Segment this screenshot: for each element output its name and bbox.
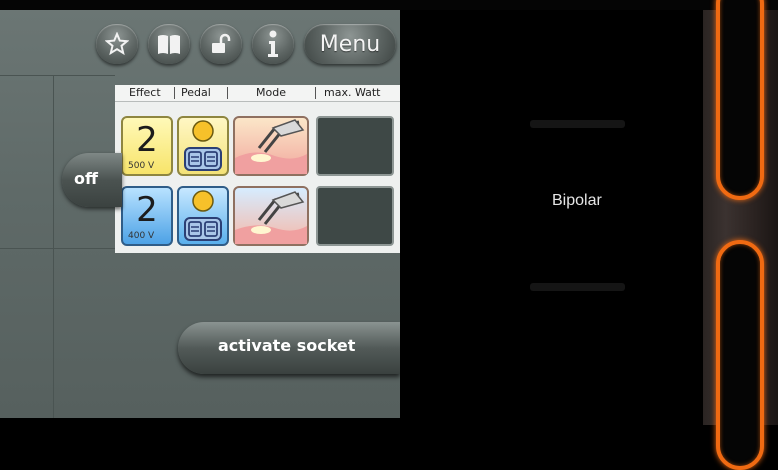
activate-socket-button[interactable]: activate socket [178,322,400,374]
pedal-cell[interactable] [177,186,229,246]
bipolar-coag-icon [235,119,307,174]
table-header: Effect Pedal Mode max. Watt [115,85,400,102]
unlock-icon [212,33,231,53]
settings-table: Effect Pedal Mode max. Watt 2 500 V 2 40… [115,85,400,253]
header-separator [174,87,175,99]
header-pedal: Pedal [181,86,211,99]
max-watt-cell[interactable] [316,116,394,176]
info-button[interactable] [252,24,294,64]
header-separator [227,87,228,99]
inactive-label-placeholder [530,120,625,128]
grid-line [0,75,115,76]
pedal-cell[interactable] [177,116,229,176]
favorites-button[interactable] [96,24,138,64]
off-label: off [74,169,98,188]
footswitch-icon [184,120,222,171]
effect-value: 2 [136,120,158,160]
effect-value: 2 [136,190,158,230]
voltage-value: 400 V [128,231,155,241]
mode-cell[interactable] [233,116,309,176]
menu-button[interactable]: Menu [304,24,396,64]
header-max-watt: max. Watt [324,86,381,99]
header-mode: Mode [256,86,286,99]
bipolar-coag-icon [235,191,307,244]
socket-ring-bottom [716,240,764,470]
socket-ring-top [716,0,764,200]
max-watt-cell[interactable] [316,186,394,246]
menu-label: Menu [319,31,381,57]
activate-socket-label: activate socket [218,336,356,355]
effect-cell[interactable]: 2 400 V [121,186,173,246]
lock-button[interactable] [200,24,242,64]
inactive-label-placeholder [530,283,625,291]
control-screen: Menu Effect Pedal Mode max. Watt 2 500 V [0,10,400,418]
effect-cell[interactable]: 2 500 V [121,116,173,176]
socket-label: Bipolar [552,192,602,209]
header-effect: Effect [129,86,161,99]
grid-line [53,75,54,418]
info-icon [268,30,278,57]
header-separator [315,87,316,99]
star-icon [105,32,129,56]
mode-cell[interactable] [233,186,309,246]
voltage-value: 500 V [128,161,155,171]
top-bezel [0,0,778,10]
manual-button[interactable] [148,24,190,64]
off-button[interactable]: off [62,153,122,207]
bottom-bezel [0,418,703,425]
footswitch-icon [184,190,222,241]
book-icon [158,35,180,54]
